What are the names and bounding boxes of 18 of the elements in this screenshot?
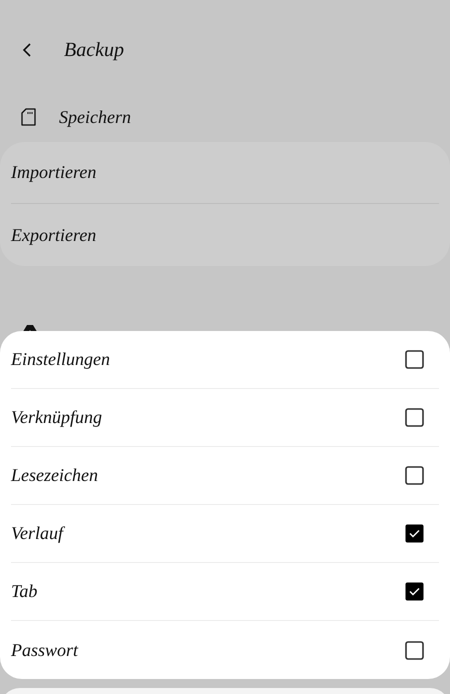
checkbox[interactable] bbox=[405, 408, 424, 427]
back-icon[interactable] bbox=[22, 43, 32, 57]
option-label: Tab bbox=[11, 580, 38, 603]
option-label: Einstellungen bbox=[11, 348, 110, 371]
sd-card-icon bbox=[21, 108, 37, 126]
checked-checkbox[interactable] bbox=[405, 524, 424, 543]
checkbox[interactable] bbox=[405, 350, 424, 369]
option-label: Verknüpfung bbox=[11, 406, 102, 429]
storage-label: Speichern bbox=[59, 106, 131, 129]
checkbox[interactable] bbox=[405, 466, 424, 485]
menu-item[interactable]: Exportieren bbox=[11, 222, 96, 248]
option-label: Lesezeichen bbox=[11, 464, 98, 487]
checked-checkbox[interactable] bbox=[405, 582, 424, 601]
checkbox[interactable] bbox=[405, 640, 424, 660]
option-label: Verlauf bbox=[11, 522, 63, 545]
menu-item[interactable]: Importieren bbox=[11, 159, 96, 186]
page-title: Backup bbox=[64, 38, 124, 63]
option-label: Passwort bbox=[11, 638, 78, 662]
